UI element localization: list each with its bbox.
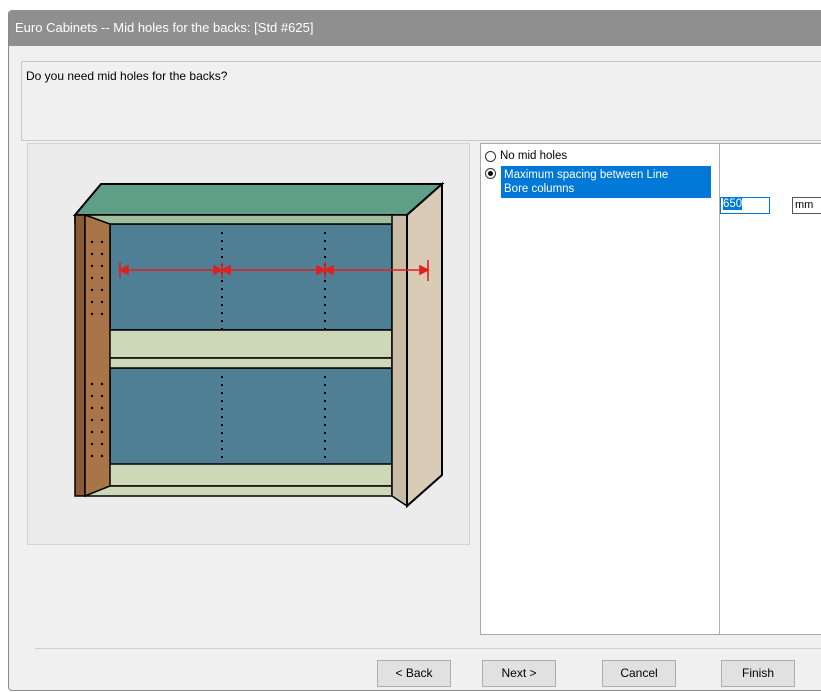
left-side-inner: [84, 213, 111, 498]
bottom-shelf-front: [84, 485, 393, 497]
spacing-value-text: 650: [723, 198, 743, 210]
middle-shelf-front: [84, 357, 393, 369]
spacing-value-input[interactable]: 650: [720, 197, 770, 214]
wizard-window: Euro Cabinets -- Mid holes for the backs…: [8, 10, 821, 691]
radio-no-mid-holes[interactable]: [485, 151, 496, 162]
cancel-button[interactable]: Cancel: [602, 660, 676, 687]
back-panel-upper: [109, 223, 393, 331]
option-no-mid-holes[interactable]: No mid holes: [483, 149, 567, 163]
window-title: Euro Cabinets -- Mid holes for the backs…: [9, 10, 821, 46]
option-max-spacing-label: Maximum spacing between Line Bore column…: [501, 166, 711, 198]
right-side-panel: [391, 214, 408, 508]
next-button[interactable]: Next >: [482, 660, 556, 687]
options-list: No mid holes Maximum spacing between Lin…: [480, 143, 821, 635]
option-max-spacing[interactable]: Maximum spacing between Line Bore column…: [483, 166, 711, 198]
button-separator: [35, 648, 821, 649]
middle-shelf: [83, 329, 393, 359]
finish-button[interactable]: Finish: [721, 660, 795, 687]
back-button[interactable]: < Back: [377, 660, 451, 687]
question-box: Do you need mid holes for the backs?: [21, 61, 821, 141]
column-divider: [719, 144, 720, 634]
right-side-outer: [406, 181, 443, 509]
spacing-unit-label: mm: [792, 197, 821, 214]
radio-max-spacing[interactable]: [485, 168, 496, 179]
top-inner-band: [74, 214, 408, 225]
preview-picture: [27, 143, 470, 545]
question-text: Do you need mid holes for the backs?: [26, 69, 228, 83]
left-side-panel: [74, 214, 86, 497]
bottom-shelf: [83, 463, 393, 487]
option-no-mid-holes-label: No mid holes: [500, 150, 568, 162]
cabinet-top: [72, 183, 445, 216]
cabinet-illustration: [72, 181, 445, 509]
